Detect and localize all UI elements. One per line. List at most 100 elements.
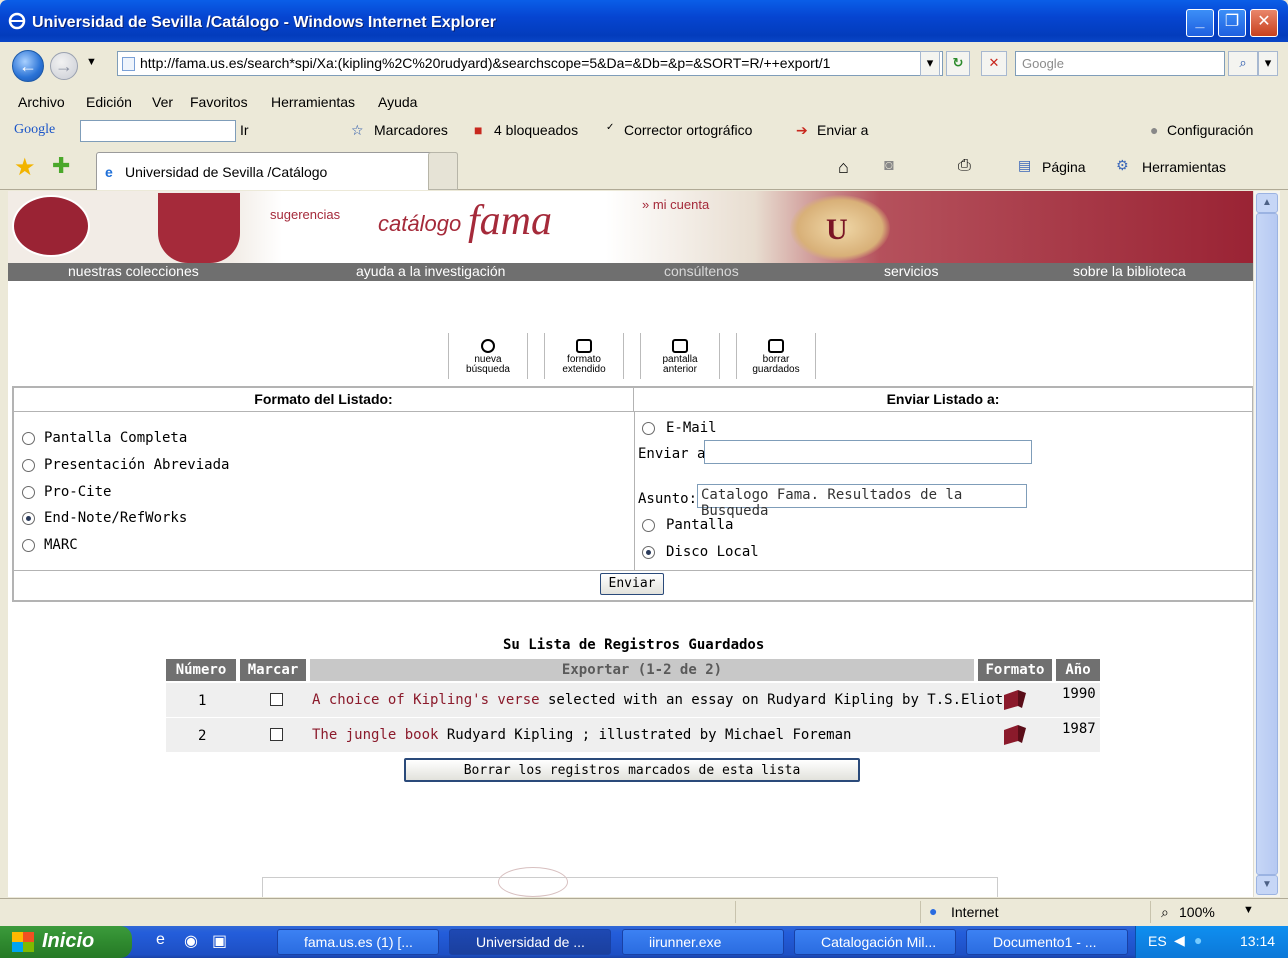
address-toolbar: ← → ▼ http://fama.us.es/search*spi/Xa:(k… [0,42,1288,89]
print-icon[interactable]: ⎙ [958,157,971,175]
search-icon[interactable]: ⌕ [1228,51,1258,76]
label-pro-cite: Pro-Cite [44,484,112,500]
col-numero: Número [166,659,236,681]
tab-label: Universidad de Sevilla /Catálogo [125,164,328,180]
quicklaunch-ie-icon[interactable]: e [156,931,165,949]
extended-format-button[interactable]: formato extendido [544,333,624,379]
menu-ver[interactable]: Ver [152,94,173,110]
add-favorite-icon[interactable]: ✚ [52,153,70,179]
scroll-thumb[interactable] [1256,213,1278,875]
settings-button[interactable]: Configuración [1167,122,1253,138]
history-dropdown-icon[interactable]: ▼ [86,56,97,68]
record-title-link[interactable]: The jungle book [312,727,438,743]
menu-archivo[interactable]: Archivo [18,94,65,110]
google-search-input[interactable] [80,120,236,142]
delete-marked-button[interactable]: Borrar los registros marcados de esta li… [404,758,860,782]
menu-ayuda[interactable]: Ayuda [378,94,417,110]
previous-screen-button[interactable]: pantalla anterior [640,333,720,379]
label-endnote: End-Note/RefWorks [44,510,188,526]
radio-disco-local[interactable] [642,546,655,559]
feeds-icon[interactable]: ◙ [884,157,894,175]
zoom-dropdown-icon[interactable]: ▼ [1243,904,1254,916]
tools-menu[interactable]: Herramientas [1142,159,1226,175]
language-indicator[interactable]: ES [1148,933,1167,949]
stop-button[interactable]: ✕ [981,51,1007,76]
nav-biblioteca[interactable]: sobre la biblioteca [1073,263,1186,279]
nav-servicios[interactable]: servicios [884,263,938,279]
new-search-button[interactable]: nueva búsqueda [448,333,528,379]
start-button[interactable]: Inicio [0,926,132,958]
minimize-button[interactable]: _ [1186,9,1214,37]
subject-input[interactable]: Catalogo Fama. Resultados de la Busqueda [697,484,1027,519]
vertical-scrollbar[interactable]: ▲ ▼ [1253,191,1280,897]
radio-presentacion-abreviada[interactable] [22,459,35,472]
search-options-button[interactable]: ▾ [1258,51,1278,76]
clear-saved-button[interactable]: borrar guardados [736,333,816,379]
nav-colecciones[interactable]: nuestras colecciones [68,263,199,279]
new-tab-button[interactable] [428,152,458,190]
tools-menu-icon: ⚙ [1116,157,1129,173]
suggestions-link[interactable]: sugerencias [270,207,340,222]
record-title-link[interactable]: A choice of Kipling's verse [312,692,540,708]
col-formato: Formato [978,659,1052,681]
task-catalogacion[interactable]: Catalogación Mil... [794,929,956,955]
send-icon: ➔ [796,122,808,138]
menu-favoritos[interactable]: Favoritos [190,94,248,110]
zone-label: Internet [951,904,999,920]
radio-email[interactable] [642,422,655,435]
bookmarks-button[interactable]: Marcadores [374,122,448,138]
tab-catalogo[interactable]: e Universidad de Sevilla /Catálogo [96,152,458,190]
spellcheck-button[interactable]: Corrector ortográfico [624,122,752,138]
address-dropdown-button[interactable]: ▾ [920,51,940,76]
menu-bar: Archivo Edición Ver Favoritos Herramient… [0,89,1288,115]
row-checkbox[interactable] [270,728,283,741]
nav-consultenos[interactable]: consúltenos [664,263,739,279]
scroll-up-arrow[interactable]: ▲ [1256,193,1278,213]
footer-library-logo [498,867,568,897]
close-button[interactable]: ✕ [1250,9,1278,37]
window-title-bar: Universidad de Sevilla /Catálogo - Windo… [0,0,1288,42]
email-to-input[interactable] [704,440,1032,464]
send-to-button[interactable]: Enviar a [817,122,868,138]
task-documento[interactable]: Documento1 - ... [966,929,1128,955]
send-button[interactable]: Enviar [600,573,664,595]
nav-ayuda[interactable]: ayuda a la investigación [356,263,505,279]
favorites-star-icon[interactable]: ★ [14,153,36,182]
my-account-link[interactable]: » mi cuenta [642,197,709,212]
label-disco-local: Disco Local [666,544,759,560]
radio-endnote[interactable] [22,512,35,525]
quicklaunch-browser-icon[interactable]: ◉ [184,931,198,951]
label-enviar-a: Enviar a: [638,446,714,462]
tray-arrow-icon[interactable]: ◀ [1174,932,1185,949]
fama-wordmark: fama [468,198,552,244]
radio-pro-cite[interactable] [22,486,35,499]
blocked-button[interactable]: 4 bloqueados [494,122,578,138]
record-details: selected with an essay on Rudyard Kiplin… [539,692,1004,708]
zoom-level[interactable]: 100% [1179,904,1215,920]
label-marc: MARC [44,537,78,553]
radio-pantalla-completa[interactable] [22,432,35,445]
radio-marc[interactable] [22,539,35,552]
maximize-button[interactable]: ❐ [1218,9,1246,37]
address-url: http://fama.us.es/search*spi/Xa:(kipling… [140,55,831,71]
internet-zone-icon: ● [929,903,938,919]
extended-format-icon [576,339,592,353]
task-universidad[interactable]: Universidad de ... [449,929,611,955]
back-button[interactable]: ← [12,50,44,82]
menu-edicion[interactable]: Edición [86,94,132,110]
search-input[interactable]: Google [1015,51,1225,76]
address-input[interactable]: http://fama.us.es/search*spi/Xa:(kipling… [117,51,943,76]
refresh-button[interactable]: ↻ [946,51,970,76]
quicklaunch-media-icon[interactable]: ▣ [212,931,227,951]
row-checkbox[interactable] [270,693,283,706]
row-year: 1990 [1062,686,1096,702]
menu-herramientas[interactable]: Herramientas [271,94,355,110]
scroll-down-arrow[interactable]: ▼ [1256,875,1278,895]
home-icon[interactable]: ⌂ [838,157,849,178]
google-go-button[interactable]: Ir [240,122,249,138]
task-iirunner[interactable]: iirunner.exe [622,929,784,955]
page-menu[interactable]: Página [1042,159,1086,175]
task-fama[interactable]: fama.us.es (1) [... [277,929,439,955]
radio-pantalla[interactable] [642,519,655,532]
forward-button[interactable]: → [50,52,78,80]
